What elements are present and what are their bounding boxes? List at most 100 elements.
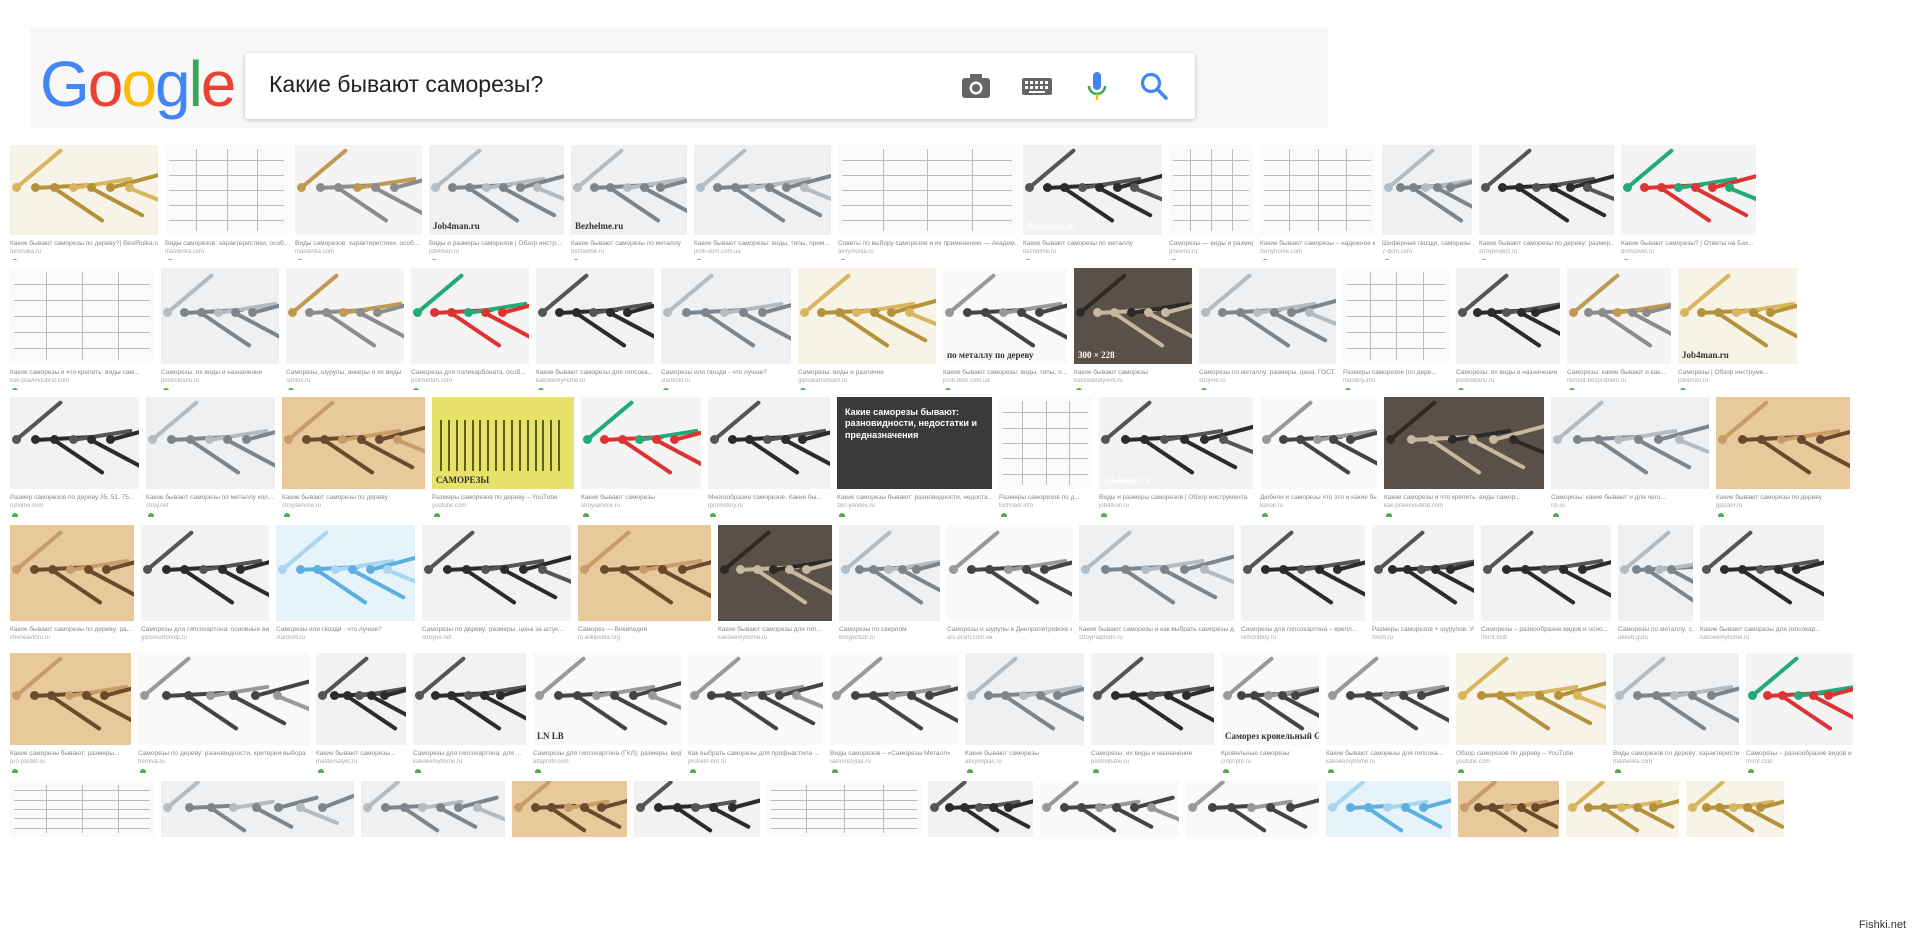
image-thumbnail[interactable]	[838, 145, 1016, 235]
image-result[interactable]: Размеры саморезов + шурупов. Усто... fixo…	[1372, 525, 1474, 645]
image-thumbnail[interactable]	[1260, 145, 1375, 235]
save-dot-icon[interactable]	[1384, 259, 1390, 260]
image-result[interactable]: Советы по выбору саморезов и их применен…	[838, 145, 1016, 260]
image-caption[interactable]: Какие бывают саморезы: виды, типы, п...	[943, 369, 1067, 376]
image-result[interactable]	[1326, 781, 1451, 837]
image-thumbnail[interactable]	[282, 397, 425, 489]
image-thumbnail[interactable]	[1481, 525, 1611, 621]
image-result[interactable]: Саморезы для гипсокартона: основные виды…	[141, 525, 269, 645]
image-caption[interactable]: Какие бывают саморезы? | Ответы на Бах..…	[1621, 240, 1756, 247]
image-result[interactable]: Саморезы для поликарбоната, особ... polim…	[411, 268, 529, 390]
save-dot-icon[interactable]	[1386, 513, 1392, 517]
image-thumbnail[interactable]: Саморез кровельный Grand Line 4,8*70 1уп…	[1221, 653, 1319, 745]
image-thumbnail[interactable]	[1199, 268, 1336, 364]
image-thumbnail[interactable]	[581, 397, 701, 489]
image-result[interactable]: Многообразие саморезов. Какие бы... tprom…	[708, 397, 830, 517]
image-caption[interactable]: Саморезы: их виды и назначение	[1456, 369, 1560, 376]
image-result[interactable]: Какие бывают саморезы по дереву?| BestRu…	[10, 145, 158, 260]
image-caption[interactable]: Саморезы для гипсокартона: основные виды	[141, 626, 269, 633]
save-dot-icon[interactable]	[1615, 769, 1621, 773]
save-dot-icon[interactable]	[1553, 513, 1559, 517]
image-caption[interactable]: Какие саморезы бывают: разновидности, не…	[837, 494, 992, 501]
microphone-icon[interactable]	[1078, 67, 1116, 105]
image-result[interactable]: Какие бывают саморезы akvymlplas.ru	[965, 653, 1084, 773]
image-caption[interactable]: Размер саморезов по дереву 35, 51, 75...	[10, 494, 139, 501]
save-dot-icon[interactable]	[434, 513, 440, 517]
image-result[interactable]: Саморезы по сверлом bnsgvint26.ru	[839, 525, 940, 645]
save-dot-icon[interactable]	[1101, 513, 1107, 517]
image-caption[interactable]: Какие бывают саморезы по металлу кол...	[146, 494, 275, 501]
image-caption[interactable]: Какие саморезы и что крепить: виды сам..…	[10, 369, 154, 376]
image-result[interactable]: LN LB Саморезы для гипсокартона (ГКЛ): ра…	[533, 653, 681, 773]
image-caption[interactable]: Какие бывают саморезы по металлу	[1023, 240, 1162, 247]
image-thumbnail[interactable]	[947, 525, 1072, 621]
image-result[interactable]: Саморез — Википедия ru.wikipedia.org	[578, 525, 711, 645]
image-thumbnail[interactable]	[316, 653, 406, 745]
image-caption[interactable]: Какие бывают саморезы – надежное кре...	[1260, 240, 1375, 247]
image-thumbnail[interactable]	[708, 397, 830, 489]
image-result[interactable]: Размер саморезов по дереву 35, 51, 75...…	[10, 397, 139, 517]
image-result[interactable]	[1566, 781, 1679, 837]
image-result[interactable]: Какие бывают саморезы? | Ответы на Бах..…	[1621, 145, 1756, 260]
image-result[interactable]: Саморезы – разнообразие видов и осно... f…	[1746, 653, 1853, 773]
image-result[interactable]: Какие саморезы бывают: размеры... pro-par…	[10, 653, 131, 773]
image-caption[interactable]: Саморез — Википедия	[578, 626, 711, 633]
image-result[interactable]: Саморезы: их виды и назначение postroiban…	[161, 268, 279, 390]
image-thumbnail[interactable]	[1326, 653, 1449, 745]
image-caption[interactable]: Саморезы или гвозди - что лучше?	[661, 369, 791, 376]
image-thumbnail[interactable]	[999, 397, 1092, 489]
image-caption[interactable]: Какие саморезы и что крепить: виды самор…	[1384, 494, 1544, 501]
image-thumbnail[interactable]	[1091, 653, 1214, 745]
image-caption[interactable]: Какие бывают саморезы по дереву: ра...	[10, 626, 134, 633]
image-caption[interactable]: Виды и размеры саморезов | Обзор инструм…	[1099, 494, 1253, 501]
image-result[interactable]: Какие бывают саморезы для гипсокар... kak…	[1700, 525, 1824, 645]
image-caption[interactable]: Саморезы для гипсокартона (ГКЛ): размеры…	[533, 750, 681, 757]
image-thumbnail[interactable]	[161, 268, 279, 364]
image-thumbnail[interactable]	[1260, 397, 1377, 489]
save-dot-icon[interactable]	[163, 388, 169, 390]
image-thumbnail[interactable]	[1458, 781, 1559, 837]
save-dot-icon[interactable]	[1748, 769, 1754, 773]
image-result[interactable]: Bezhelme.ru Какие бывают саморезы по мета…	[1023, 145, 1162, 260]
image-thumbnail[interactable]	[1186, 781, 1319, 837]
image-thumbnail[interactable]	[578, 525, 711, 621]
image-result[interactable]: Какие бывают саморезы по дереву: ра... im…	[10, 525, 134, 645]
image-caption[interactable]: Саморезы: их виды и назначение	[161, 369, 279, 376]
image-caption[interactable]: Саморезы | Обзор инструме...	[1678, 369, 1797, 376]
image-thumbnail[interactable]	[10, 653, 131, 745]
save-dot-icon[interactable]	[1569, 388, 1575, 390]
search-icon[interactable]	[1135, 67, 1173, 105]
image-caption[interactable]: Саморезы по металлу: с...	[1618, 626, 1693, 633]
image-caption[interactable]: Саморезы или гвозди - что лучше?	[276, 626, 415, 633]
image-caption[interactable]: Виды саморезов – «Саморезы Металл»	[830, 750, 958, 757]
image-caption[interactable]: Виды саморезов по дереву: характеристики…	[1613, 750, 1739, 757]
image-result[interactable]: Какие бывают саморезы: виды, типы, прим.…	[694, 145, 831, 260]
image-caption[interactable]: Какие бывают саморезы	[581, 494, 701, 501]
image-thumbnail[interactable]	[830, 653, 958, 745]
image-result[interactable]	[161, 781, 354, 837]
image-caption[interactable]: Саморезы — виды и размеры | Пнев...	[1169, 240, 1253, 247]
image-result[interactable]	[1686, 781, 1784, 837]
image-caption[interactable]: Саморезы: какие бывают и как...	[1567, 369, 1671, 376]
image-thumbnail[interactable]	[634, 781, 760, 837]
image-thumbnail[interactable]	[138, 653, 309, 745]
save-dot-icon[interactable]	[12, 259, 18, 260]
image-result[interactable]: Дюбели и саморезы что это и какие бы... k…	[1260, 397, 1377, 517]
save-dot-icon[interactable]	[12, 513, 18, 517]
image-result[interactable]: Саморезы по дереву: разновидности, крите…	[138, 653, 309, 773]
image-thumbnail[interactable]: САМОРЕЗЫ	[432, 397, 574, 489]
save-dot-icon[interactable]	[710, 513, 716, 517]
image-result[interactable]	[10, 781, 154, 837]
image-result[interactable]: по металлу по дереву Какие бывают саморез…	[943, 268, 1067, 390]
image-thumbnail[interactable]	[1040, 781, 1179, 837]
save-dot-icon[interactable]	[1458, 769, 1464, 773]
image-result[interactable]: Саморезы: их виды и назначение postroiban…	[1456, 268, 1560, 390]
save-dot-icon[interactable]	[284, 513, 290, 517]
image-result[interactable]: Саморезы по дереву: размеры, цена за шту…	[422, 525, 571, 645]
image-thumbnail[interactable]	[1686, 781, 1784, 837]
save-dot-icon[interactable]	[1025, 259, 1031, 260]
image-thumbnail[interactable]: LN LB	[533, 653, 681, 745]
image-caption[interactable]: Виды саморезов: характеристики, особ...	[295, 240, 422, 247]
image-thumbnail[interactable]	[411, 268, 529, 364]
image-thumbnail[interactable]	[1372, 525, 1474, 621]
